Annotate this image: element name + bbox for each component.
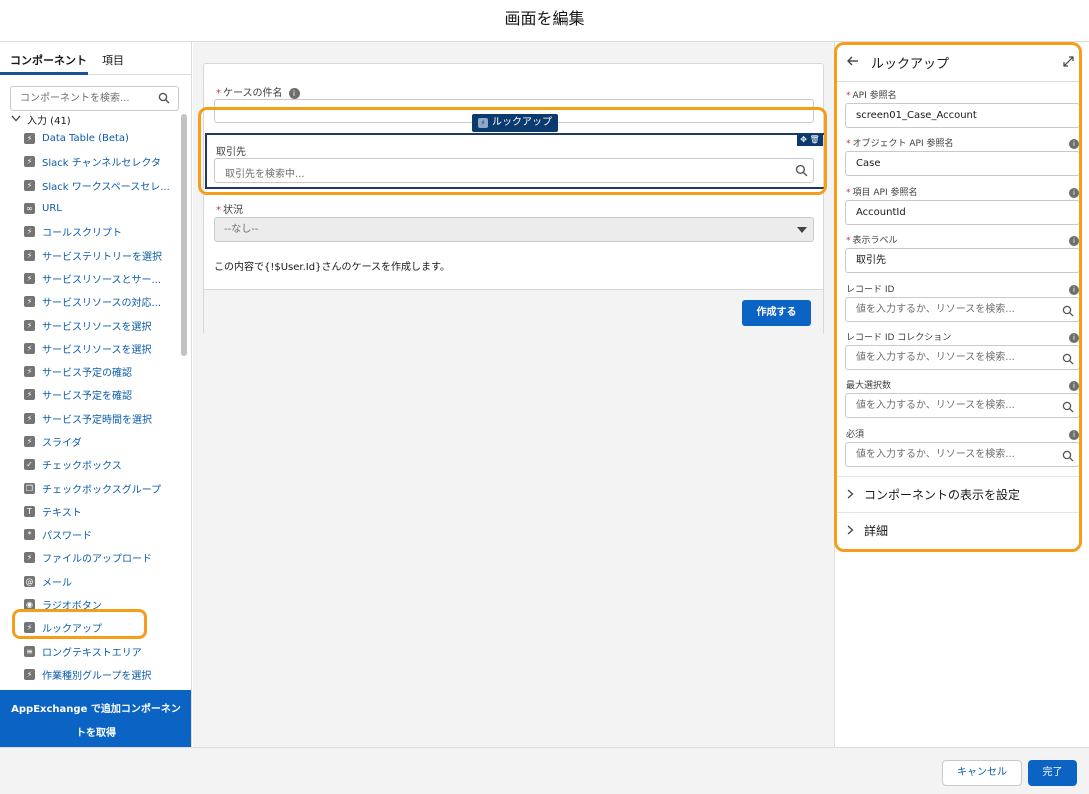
- component-item[interactable]: ⚡ ファイルのアップロード: [0, 546, 180, 569]
- create-button[interactable]: 作成する: [742, 300, 811, 326]
- component-item-label: パスワード: [42, 531, 92, 543]
- component-item[interactable]: ⚡ サービステリトリーを選択: [0, 243, 180, 266]
- component-item-label: チェックボックスグループ: [42, 484, 162, 496]
- component-item-label: サービス予定を確認: [42, 391, 132, 403]
- lightning-icon: ⚡: [24, 296, 35, 308]
- lightning-icon: ⚡: [24, 412, 35, 424]
- component-item-label: サービスリソースの対応...: [42, 298, 162, 310]
- card-footer: 作成する: [204, 289, 823, 335]
- active-tab-indicator: [0, 72, 88, 75]
- component-item-label: Slack チャンネルセレクタ: [42, 158, 162, 170]
- component-item-label: 作業種別グループを選択: [42, 670, 152, 682]
- component-item-label: サービスリソースとサー...: [42, 274, 162, 286]
- lightning-icon: ⚡: [24, 319, 35, 331]
- component-item-label: サービスリソースを選択: [42, 344, 152, 356]
- password-icon: *: [24, 529, 35, 541]
- caret-down-icon: [797, 227, 807, 233]
- component-item-label: Slack ワークスペースセレ...: [42, 181, 170, 193]
- highlight-lookup-component: [12, 609, 147, 639]
- section-label: 入力 (41): [27, 116, 71, 127]
- component-item-label: チェックボックス: [42, 461, 122, 473]
- appexchange-button[interactable]: AppExchange で追加コンポーネントを取得: [0, 690, 191, 747]
- component-item-label: サービス予定の確認: [42, 368, 132, 380]
- status-select[interactable]: --なし--: [214, 217, 814, 242]
- component-item[interactable]: ⚡ サービス予定を確認: [0, 383, 180, 406]
- component-item-label: テキスト: [42, 507, 82, 519]
- component-item-label: スライダ: [42, 438, 82, 449]
- component-list-scrollbar[interactable]: [181, 114, 187, 356]
- status-field-label: * 状況: [216, 205, 243, 216]
- component-item[interactable]: ⚡ サービスリソースを選択: [0, 337, 180, 360]
- lightning-icon: ⚡: [24, 436, 35, 447]
- component-item[interactable]: ⚡ サービス予定の確認: [0, 360, 180, 383]
- component-item[interactable]: ⚡ サービスリソースとサー...: [0, 267, 180, 290]
- done-button[interactable]: 完了: [1028, 760, 1077, 786]
- component-item[interactable]: T テキスト: [0, 500, 180, 523]
- component-item-label: サービス予定時間を選択: [42, 414, 152, 426]
- highlight-lookup-canvas: [198, 107, 827, 195]
- component-search-input[interactable]: [11, 87, 151, 109]
- component-item[interactable]: ⚡ サービスリソースを選択: [0, 313, 180, 336]
- checkbox-icon: ✓: [24, 459, 35, 471]
- screen-card: * ケースの件名 i ⚡ ルックアップ ✥ 🗑 取引先 取引先を検索中... * 状況…: [203, 63, 826, 335]
- display-text: この内容で{!$User.Id}さんのケースを作成します。: [214, 262, 450, 273]
- lightning-icon: ⚡: [24, 133, 35, 145]
- component-item[interactable]: ⚡ サービス予定時間を選択: [0, 407, 180, 430]
- lightning-icon: ⚡: [24, 179, 35, 191]
- tab-fields[interactable]: 項目: [102, 52, 124, 68]
- component-item[interactable]: ≡ ロングテキストエリア: [0, 640, 180, 663]
- component-list: ⚡ Data Table (Beta) ⚡ Slack チャンネルセレクタ ⚡ Slack…: [0, 127, 180, 686]
- component-item[interactable]: ⚡ Data Table (Beta): [0, 127, 180, 150]
- lightning-icon: ⚡: [24, 552, 35, 564]
- textarea-icon: ≡: [24, 645, 35, 657]
- component-item-label: コールスクリプト: [42, 228, 122, 240]
- screen-canvas: * ケースの件名 i ⚡ ルックアップ ✥ 🗑 取引先 取引先を検索中... * 状況…: [193, 42, 834, 747]
- chevron-down-icon: [11, 114, 21, 125]
- component-item-label: Data Table (Beta): [42, 133, 129, 145]
- search-icon[interactable]: [158, 92, 170, 107]
- modal-header: 画面を編集: [0, 0, 1089, 42]
- component-item[interactable]: ⚡ Slack チャンネルセレクタ: [0, 150, 180, 173]
- modal-footer: キャンセル 完了: [0, 747, 1089, 794]
- component-search: [10, 86, 179, 111]
- lightning-icon: ⚡: [24, 342, 35, 354]
- panel-tabs: コンポーネント 項目: [0, 42, 191, 75]
- component-item-label: メール: [42, 577, 72, 589]
- lightning-icon: ⚡: [24, 668, 35, 680]
- lightning-icon: ⚡: [24, 156, 35, 168]
- component-item-label: URL: [42, 203, 62, 215]
- email-icon: @: [24, 575, 35, 587]
- lightning-icon: ⚡: [24, 389, 35, 401]
- component-item-label: サービステリトリーを選択: [42, 251, 162, 263]
- subject-field-label: * ケースの件名 i: [216, 84, 300, 99]
- cancel-button[interactable]: キャンセル: [942, 760, 1022, 786]
- lightning-icon: ⚡: [24, 249, 35, 261]
- info-icon[interactable]: i: [288, 87, 300, 99]
- link-icon: ∞: [24, 203, 35, 215]
- component-item-label: ロングテキストエリア: [42, 647, 142, 659]
- component-item-label: ファイルのアップロード: [42, 554, 152, 566]
- checkbox-group-icon: ❐: [24, 482, 35, 494]
- lightning-icon: ⚡: [24, 366, 35, 378]
- component-item[interactable]: * パスワード: [0, 523, 180, 546]
- modal-title: 画面を編集: [504, 9, 585, 28]
- highlight-properties-panel: [834, 42, 1082, 552]
- component-item[interactable]: ⚡ 作業種別グループを選択: [0, 663, 180, 686]
- component-item[interactable]: @ メール: [0, 570, 180, 593]
- component-item[interactable]: ⚡ スライダ: [0, 430, 180, 453]
- text-icon: T: [24, 505, 35, 517]
- component-item[interactable]: ∞ URL: [0, 197, 180, 220]
- component-item[interactable]: ⚡ サービスリソースの対応...: [0, 290, 180, 313]
- section-input-toggle[interactable]: 入力 (41): [11, 112, 71, 127]
- component-item[interactable]: ✓ チェックボックス: [0, 453, 180, 476]
- component-item[interactable]: ⚡ コールスクリプト: [0, 220, 180, 243]
- component-item[interactable]: ❐ チェックボックスグループ: [0, 476, 180, 499]
- tab-components[interactable]: コンポーネント: [10, 52, 87, 68]
- lightning-icon: ⚡: [24, 272, 35, 284]
- component-item[interactable]: ⚡ Slack ワークスペースセレ...: [0, 174, 180, 197]
- lightning-icon: ⚡: [24, 226, 35, 238]
- component-panel: コンポーネント 項目 入力 (41) ⚡ Data Table (Beta) ⚡ Sl…: [0, 42, 192, 747]
- component-item-label: サービスリソースを選択: [42, 321, 152, 333]
